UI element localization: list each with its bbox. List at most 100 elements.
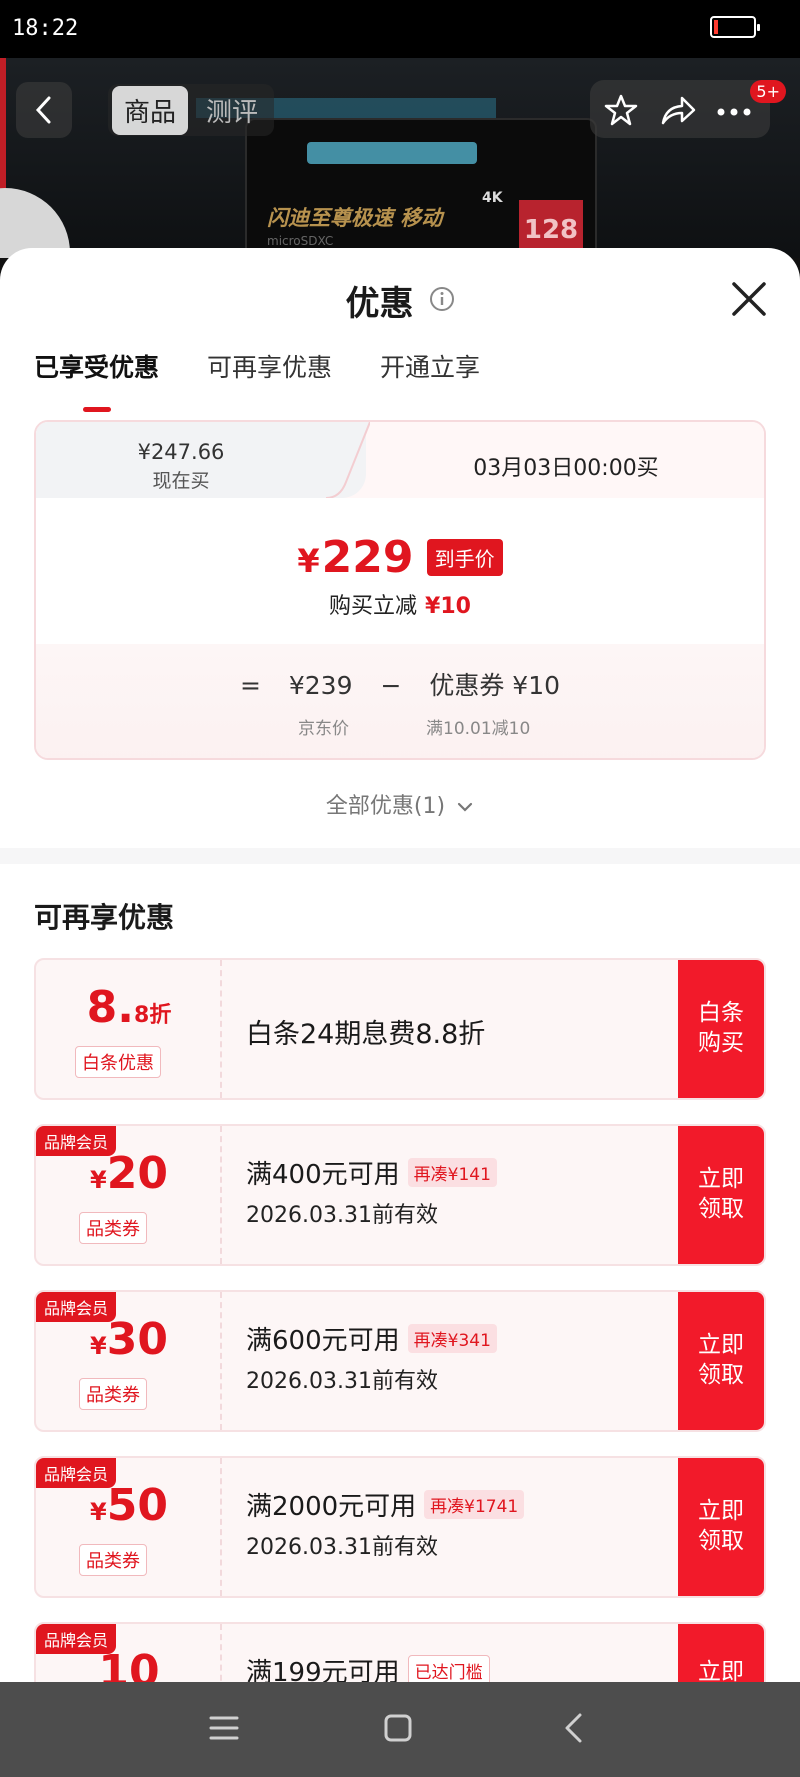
section-divider bbox=[0, 848, 800, 864]
breakdown-formula: = ¥239 − 优惠券 ¥10 bbox=[36, 666, 764, 702]
claim-coupon-button[interactable]: 立即领取 bbox=[678, 1292, 764, 1430]
star-icon[interactable] bbox=[604, 93, 638, 131]
reduce-row: 购买立减 ¥10 bbox=[36, 588, 764, 620]
chevron-down-icon bbox=[457, 802, 473, 812]
tab-product[interactable]: 商品 bbox=[112, 85, 189, 135]
more-icon[interactable] bbox=[716, 102, 752, 121]
discount-value-big: 8. bbox=[86, 982, 135, 1033]
close-icon bbox=[732, 282, 766, 316]
final-price-value: 229 bbox=[321, 532, 414, 583]
tab-enjoyed-offers[interactable]: 已享受优惠 bbox=[34, 348, 160, 412]
top-navigation: 商品 测评 5+ bbox=[0, 80, 800, 142]
coupon-amount-value: 50 bbox=[106, 1480, 168, 1531]
nav-tabs: 商品 测评 bbox=[108, 84, 275, 136]
coupon-condition: 满2000元可用 bbox=[246, 1492, 417, 1522]
notification-badge: 5+ bbox=[750, 80, 786, 103]
share-icon[interactable] bbox=[660, 93, 696, 131]
button-label: 立即领取 bbox=[698, 1332, 744, 1388]
status-time: 18:22 bbox=[12, 16, 79, 41]
final-price: ¥229 bbox=[297, 532, 413, 583]
claim-coupon-button[interactable]: 立即领取 bbox=[678, 1458, 764, 1596]
coupon-details: 满199元可用 已达门槛 bbox=[246, 1652, 490, 1682]
coupon-expire: 2026.03.31前有效 bbox=[246, 1535, 438, 1560]
all-offers-label: 全部优惠(1) bbox=[325, 794, 446, 819]
button-label: 立即领取 bbox=[698, 1166, 744, 1222]
coupon-card: ¥50 品类券 品牌会员 满2000元可用 再凑¥1741 2026.03.31前… bbox=[34, 1456, 766, 1598]
chevron-left-icon bbox=[35, 96, 51, 124]
tab-label: 开通立享 bbox=[380, 353, 481, 382]
coupon-details: 满2000元可用 再凑¥1741 2026.03.31前有效 bbox=[246, 1486, 525, 1561]
offers-sheet: 优惠 已享受优惠 可再享优惠 开通立享 ¥247.66 现在买 03月03日00… bbox=[0, 248, 800, 1682]
price-card: ¥247.66 现在买 03月03日00:00买 ¥229 到手价 购买立减 ¥1… bbox=[34, 420, 766, 760]
back-icon[interactable] bbox=[558, 1712, 590, 1748]
coupon-card: ¥20 品类券 品牌会员 满400元可用 再凑¥141 2026.03.31前有效… bbox=[34, 1124, 766, 1266]
coupon-gap-tag: 再凑¥341 bbox=[407, 1324, 497, 1353]
claim-coupon-button[interactable]: 立即 bbox=[678, 1624, 764, 1682]
tab-activate-offers[interactable]: 开通立享 bbox=[380, 348, 480, 384]
coupon-value-area: 8.8折 白条优惠 bbox=[36, 960, 222, 1098]
now-price: ¥247.66 bbox=[137, 440, 225, 464]
coupon-expire: 2026.03.31前有效 bbox=[246, 1369, 438, 1394]
button-label: 白条购买 bbox=[698, 1000, 744, 1056]
coupon-expire: 2026.03.31前有效 bbox=[246, 1203, 438, 1228]
nav-actions bbox=[590, 80, 770, 138]
info-icon[interactable] bbox=[429, 286, 455, 316]
coupon-condition: 满199元可用 bbox=[246, 1658, 400, 1682]
coupon-condition: 满600元可用 bbox=[246, 1326, 400, 1356]
coupon-gap-tag: 再凑¥141 bbox=[407, 1158, 497, 1187]
coupon-details: 满400元可用 再凑¥141 2026.03.31前有效 bbox=[246, 1154, 497, 1229]
close-button[interactable] bbox=[728, 278, 770, 320]
coupon-amount-value: 30 bbox=[106, 1314, 168, 1365]
coupon-amount-value: 20 bbox=[106, 1148, 168, 1199]
coupon-gap-tag: 已达门槛 bbox=[407, 1655, 490, 1682]
more-offers-title: 可再享优惠 bbox=[34, 901, 175, 934]
button-label: 立即 bbox=[698, 1659, 744, 1682]
price-breakdown: = ¥239 − 优惠券 ¥10 京东价 满10.01减10 bbox=[36, 644, 764, 758]
discount-value: 8.8折 bbox=[36, 982, 222, 1033]
currency-symbol: ¥ bbox=[90, 1498, 107, 1526]
currency-symbol: ¥ bbox=[297, 542, 320, 580]
battery-icon bbox=[710, 16, 760, 38]
card-sub-text: microSDXC bbox=[267, 234, 334, 248]
claim-coupon-button[interactable]: 立即领取 bbox=[678, 1126, 764, 1264]
buy-now-tab[interactable]: ¥247.66 现在买 bbox=[36, 422, 366, 498]
final-price-tag: 到手价 bbox=[426, 539, 503, 576]
coupon-type: 品类券 bbox=[79, 1544, 147, 1576]
coupon-type: 品类券 bbox=[79, 1378, 147, 1410]
discount-value-small: 8折 bbox=[134, 1003, 172, 1028]
home-icon[interactable] bbox=[382, 1712, 414, 1748]
now-label: 现在买 bbox=[152, 470, 210, 492]
menu-icon[interactable] bbox=[208, 1712, 240, 1748]
system-navigation-bar bbox=[0, 1682, 800, 1777]
minus-sign: − bbox=[380, 671, 402, 700]
sheet-header: 优惠 bbox=[0, 276, 800, 326]
tab-more-offers[interactable]: 可再享优惠 bbox=[207, 348, 332, 384]
button-label: 立即领取 bbox=[698, 1498, 744, 1554]
status-bar: 18:22 bbox=[0, 0, 800, 58]
coupon-details: 满600元可用 再凑¥341 2026.03.31前有效 bbox=[246, 1320, 497, 1395]
coupon-amount: 优惠券 ¥10 bbox=[429, 671, 561, 700]
coupon-card: 10 品牌会员 满199元可用 已达门槛 立即 bbox=[34, 1622, 766, 1682]
offer-tabs: 已享受优惠 可再享优惠 开通立享 bbox=[34, 348, 480, 412]
brand-member-tag: 品牌会员 bbox=[36, 1126, 117, 1156]
future-buy-tab[interactable]: 03月03日00:00买 bbox=[366, 450, 764, 482]
brand-member-tag: 品牌会员 bbox=[36, 1624, 117, 1654]
baitiao-description: 白条24期息费8.8折 bbox=[246, 1019, 486, 1050]
final-price-row: ¥229 到手价 bbox=[36, 532, 764, 583]
4k-badge: 4K bbox=[482, 190, 503, 206]
back-button[interactable] bbox=[16, 82, 72, 138]
coupon-condition: 满400元可用 bbox=[246, 1160, 400, 1190]
currency-symbol: ¥ bbox=[90, 1332, 107, 1360]
brand-member-tag: 品牌会员 bbox=[36, 1292, 117, 1322]
tab-review[interactable]: 测评 bbox=[194, 86, 270, 135]
all-offers-toggle[interactable]: 全部优惠(1) bbox=[0, 788, 800, 820]
reduce-value: ¥10 bbox=[425, 594, 471, 619]
currency-symbol: ¥ bbox=[90, 1166, 107, 1194]
tab-indicator bbox=[82, 407, 111, 412]
baitiao-offer-card: 8.8折 白条优惠 白条24期息费8.8折 白条购买 bbox=[34, 958, 766, 1100]
baitiao-buy-button[interactable]: 白条购买 bbox=[678, 960, 764, 1098]
card-brand-text: 闪迪至尊极速 移动 bbox=[267, 206, 443, 230]
tab-label: 已享受优惠 bbox=[34, 353, 160, 382]
coupon-type: 品类券 bbox=[79, 1212, 147, 1244]
sheet-title: 优惠 bbox=[345, 284, 414, 324]
